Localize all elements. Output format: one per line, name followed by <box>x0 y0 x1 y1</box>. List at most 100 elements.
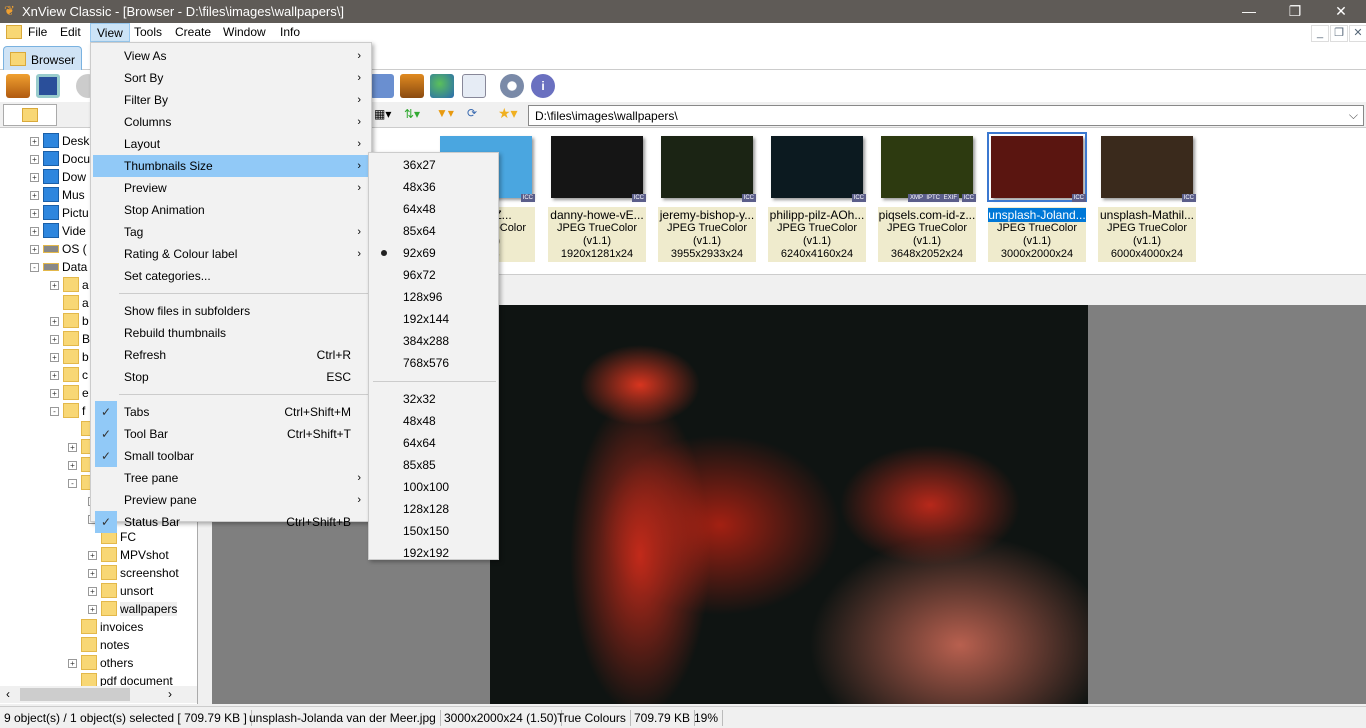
tree-item[interactable]: notes <box>68 636 129 654</box>
expand-icon[interactable]: + <box>50 389 59 398</box>
menu-item-set-categories[interactable]: Set categories... <box>93 265 369 287</box>
expand-icon[interactable]: + <box>68 443 77 452</box>
thumb-size-192x192[interactable]: 192x192 <box>371 542 496 564</box>
menu-item-view-as[interactable]: View As › <box>93 45 369 67</box>
thumbnail-item[interactable]: ICC unsplash-Joland... JPEG TrueColor (v1.… <box>987 132 1087 262</box>
expand-icon[interactable]: + <box>88 551 97 560</box>
thumb-size-36x27[interactable]: 36x27 <box>371 154 496 176</box>
menu-item-filter-by[interactable]: Filter By › <box>93 89 369 111</box>
maximize-button[interactable]: ❐ <box>1272 0 1318 23</box>
tree-item[interactable]: + Vide <box>30 222 86 240</box>
expand-icon[interactable]: + <box>30 173 39 182</box>
scroll-thumb[interactable] <box>20 688 130 701</box>
capture-icon[interactable] <box>370 74 394 98</box>
expand-icon[interactable]: + <box>68 461 77 470</box>
tree-item[interactable]: + wallpapers <box>88 600 178 618</box>
collapse-icon[interactable]: - <box>68 479 77 488</box>
thumb-size-85x64[interactable]: 85x64 <box>371 220 496 242</box>
menu-item-small-toolbar[interactable]: ✓ Small toolbar <box>93 445 369 467</box>
menu-item-columns[interactable]: Columns › <box>93 111 369 133</box>
menu-view[interactable]: View <box>90 23 130 42</box>
web-icon[interactable] <box>430 74 454 98</box>
mdi-close-button[interactable]: ✕ <box>1349 25 1366 42</box>
tree-item[interactable]: + b <box>50 348 89 366</box>
menu-item-thumbnails-size[interactable]: Thumbnails Size › <box>93 155 369 177</box>
expand-icon[interactable]: + <box>30 245 39 254</box>
menu-item-sort-by[interactable]: Sort By › <box>93 67 369 89</box>
thumb-size-100x100[interactable]: 100x100 <box>371 476 496 498</box>
expand-icon[interactable]: + <box>50 353 59 362</box>
filter-icon[interactable]: ▼▾ <box>436 106 454 120</box>
view-image-icon[interactable] <box>6 74 30 98</box>
thumb-size-48x36[interactable]: 48x36 <box>371 176 496 198</box>
menu-file[interactable]: File <box>22 23 53 42</box>
thumb-size-32x32[interactable]: 32x32 <box>371 388 496 410</box>
tree-item[interactable]: + screenshot <box>88 564 179 582</box>
menu-item-status-bar[interactable]: ✓ Status Bar Ctrl+Shift+B <box>93 511 369 533</box>
tree-item[interactable]: + Pictu <box>30 204 89 222</box>
thumbnail-item[interactable]: ICC philipp-pilz-AOh... JPEG TrueColor (v1… <box>768 136 866 262</box>
expand-icon[interactable]: + <box>88 569 97 578</box>
menu-item-rebuild-thumbnails[interactable]: Rebuild thumbnails <box>93 322 369 344</box>
tree-item[interactable]: + Mus <box>30 186 85 204</box>
expand-icon[interactable]: + <box>88 605 97 614</box>
menu-window[interactable]: Window <box>217 23 272 42</box>
expand-icon[interactable]: + <box>30 209 39 218</box>
mdi-restore-button[interactable]: ❐ <box>1330 25 1348 42</box>
tree-item[interactable]: -f <box>50 402 85 420</box>
thumb-size-128x128[interactable]: 128x128 <box>371 498 496 520</box>
menu-create[interactable]: Create <box>169 23 217 42</box>
menu-tools[interactable]: Tools <box>128 23 168 42</box>
menu-item-preview-pane[interactable]: Preview pane › <box>93 489 369 511</box>
tree-item[interactable]: - Data <box>30 258 87 276</box>
contact-sheet-icon[interactable] <box>462 74 486 98</box>
thumb-size-768x576[interactable]: 768x576 <box>371 352 496 374</box>
tree-item[interactable]: + unsort <box>88 582 153 600</box>
expand-icon[interactable]: + <box>30 155 39 164</box>
settings-gear-icon[interactable] <box>500 74 524 98</box>
menu-item-stop[interactable]: Stop ESC <box>93 366 369 388</box>
expand-icon[interactable]: + <box>50 371 59 380</box>
menu-item-tabs[interactable]: ✓ Tabs Ctrl+Shift+M <box>93 401 369 423</box>
menu-item-layout[interactable]: Layout › <box>93 133 369 155</box>
tree-item[interactable]: + b <box>50 312 89 330</box>
thumb-size-128x96[interactable]: 128x96 <box>371 286 496 308</box>
thumb-size-384x288[interactable]: 384x288 <box>371 330 496 352</box>
thumb-size-150x150[interactable]: 150x150 <box>371 520 496 542</box>
thumb-size-92x69[interactable]: 92x69 <box>371 242 496 264</box>
info-icon[interactable]: i <box>531 74 555 98</box>
tree-item[interactable]: invoices <box>68 618 143 636</box>
tree-horizontal-scrollbar[interactable]: ‹ › <box>0 686 197 703</box>
thumb-size-96x72[interactable]: 96x72 <box>371 264 496 286</box>
tree-item[interactable]: + B <box>50 330 90 348</box>
menu-edit[interactable]: Edit <box>54 23 87 42</box>
scroll-right-icon[interactable]: › <box>168 687 172 701</box>
tree-item[interactable]: + Desk <box>30 132 89 150</box>
expand-icon[interactable]: + <box>30 227 39 236</box>
thumb-size-48x48[interactable]: 48x48 <box>371 410 496 432</box>
expand-icon[interactable]: + <box>50 317 59 326</box>
menu-item-tag[interactable]: Tag › <box>93 221 369 243</box>
expand-icon[interactable]: + <box>30 191 39 200</box>
close-button[interactable]: ✕ <box>1318 0 1364 23</box>
folders-toggle-button[interactable] <box>3 104 57 126</box>
menu-item-stop-animation[interactable]: Stop Animation <box>93 199 369 221</box>
tree-item[interactable]: + OS ( <box>30 240 87 258</box>
collapse-icon[interactable]: - <box>50 407 59 416</box>
tree-item[interactable]: + Docu <box>30 150 90 168</box>
thumbnail-item[interactable]: ICC jeremy-bishop-y... JPEG TrueColor (v1.… <box>658 136 756 262</box>
thumbnail-item[interactable]: ICC unsplash-Mathil... JPEG TrueColor (v1.… <box>1098 136 1196 262</box>
scroll-left-icon[interactable]: ‹ <box>6 687 10 701</box>
expand-icon[interactable]: + <box>50 335 59 344</box>
thumbnail-item[interactable]: XMP IPTC EXIF ICC piqsels.com-id-z... JPEG Tr… <box>878 136 976 262</box>
thumb-size-64x48[interactable]: 64x48 <box>371 198 496 220</box>
mdi-minimize-button[interactable]: _ <box>1311 25 1329 42</box>
menu-item-refresh[interactable]: Refresh Ctrl+R <box>93 344 369 366</box>
tree-item[interactable]: + a <box>50 276 89 294</box>
chevron-down-icon[interactable]: ⌵ <box>1349 108 1358 123</box>
menu-item-rating-colour-label[interactable]: Rating & Colour label › <box>93 243 369 265</box>
menu-item-show-files-in-subfolders[interactable]: Show files in subfolders <box>93 300 369 322</box>
tree-item[interactable]: a <box>50 294 89 312</box>
fullscreen-icon[interactable] <box>36 74 60 98</box>
tab-browser[interactable]: Browser <box>3 46 82 70</box>
